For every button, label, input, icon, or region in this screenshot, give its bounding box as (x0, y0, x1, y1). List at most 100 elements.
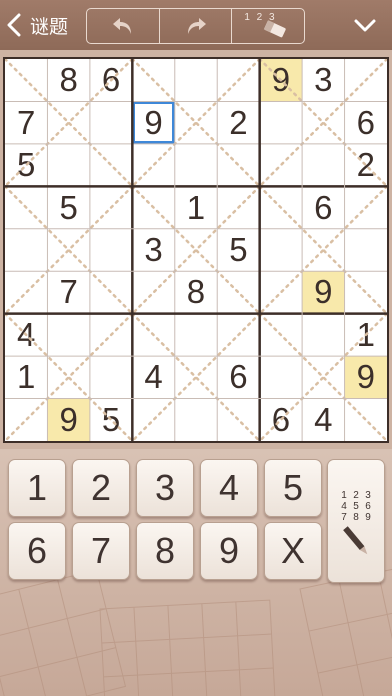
eraser-button[interactable]: 1 2 3 (232, 9, 304, 43)
note-digits: 123456789 (338, 490, 378, 523)
board-cell[interactable] (302, 144, 344, 186)
board-cell[interactable] (90, 144, 132, 186)
digit-key-9[interactable]: 9 (200, 522, 258, 580)
board-cell[interactable]: 5 (90, 399, 132, 441)
board-cell[interactable]: 3 (302, 59, 344, 101)
notes-pencil-button[interactable]: 123456789 (327, 459, 385, 583)
board-cell[interactable]: 9 (344, 356, 387, 399)
board-cell[interactable]: 8 (47, 59, 89, 101)
board-cell[interactable] (302, 229, 344, 271)
digit-key-2[interactable]: 2 (72, 459, 130, 517)
board-cell[interactable] (90, 186, 132, 228)
board-cell[interactable] (217, 271, 259, 313)
board-cell[interactable] (260, 229, 302, 271)
board-cell[interactable]: 5 (47, 186, 89, 228)
board-cell[interactable] (217, 186, 259, 228)
digit-key-5[interactable]: 5 (264, 459, 322, 517)
board-cell[interactable] (175, 144, 217, 186)
board-cell[interactable]: 1 (345, 314, 387, 356)
board-cell[interactable] (132, 144, 174, 186)
board-cell[interactable]: 6 (90, 59, 132, 101)
digit-key-6[interactable]: 6 (8, 522, 66, 580)
board-cell[interactable]: 2 (345, 144, 387, 186)
board-cell[interactable] (90, 229, 132, 271)
board-cell[interactable] (47, 314, 89, 356)
digit-key-1[interactable]: 1 (8, 459, 66, 517)
board-cell[interactable] (302, 101, 344, 143)
board-cell[interactable]: 4 (5, 314, 47, 356)
board-cell[interactable] (5, 271, 47, 313)
board-cell[interactable] (175, 229, 217, 271)
board-cell[interactable] (175, 314, 217, 356)
board-cell[interactable] (175, 399, 217, 441)
board-cell[interactable] (260, 356, 302, 398)
board-cell[interactable]: 6 (302, 186, 344, 228)
board-cell[interactable] (260, 186, 302, 228)
board-cell[interactable] (217, 59, 259, 101)
board-cell[interactable] (90, 356, 132, 398)
undo-icon (112, 18, 131, 34)
board-cell[interactable] (217, 399, 259, 441)
board-cell[interactable] (132, 399, 174, 441)
board-cell[interactable]: 9 (259, 59, 303, 102)
board-cell[interactable] (260, 144, 302, 186)
board-cell[interactable]: 6 (260, 399, 302, 441)
board-cell[interactable] (5, 229, 47, 271)
board-cell[interactable]: 4 (132, 356, 174, 398)
board-cell[interactable] (217, 314, 259, 356)
board-cell[interactable] (175, 59, 217, 101)
back-button[interactable]: 谜题 (6, 8, 76, 42)
board-cell[interactable] (345, 229, 387, 271)
chevron-down-icon[interactable] (352, 12, 378, 38)
sudoku-board: 8693792652516357894114699564 (3, 57, 389, 443)
board-cell[interactable] (345, 59, 387, 101)
board-cell[interactable]: 5 (217, 229, 259, 271)
board-cell[interactable]: 7 (47, 271, 89, 313)
digit-key-7[interactable]: 7 (72, 522, 130, 580)
board-cell[interactable] (47, 101, 89, 143)
board-cell[interactable]: 3 (132, 229, 174, 271)
board-cell[interactable]: 2 (217, 101, 259, 143)
board-cell[interactable] (90, 101, 132, 143)
board-cell[interactable] (175, 101, 217, 143)
board-cell[interactable] (345, 186, 387, 228)
board-cell[interactable]: 4 (302, 399, 344, 441)
board-cell[interactable]: 1 (175, 186, 217, 228)
board-cell[interactable] (47, 229, 89, 271)
board-cell[interactable] (132, 59, 174, 101)
board-cell[interactable] (90, 271, 132, 313)
board-cell[interactable]: 7 (5, 101, 47, 143)
board-cell[interactable]: 8 (175, 271, 217, 313)
board-cell[interactable]: 1 (5, 356, 47, 398)
board-cell[interactable] (302, 314, 344, 356)
selected-board-cell[interactable]: 9 (132, 101, 175, 144)
undo-button[interactable] (87, 9, 160, 43)
board-cell[interactable]: 6 (345, 101, 387, 143)
board-cell[interactable] (260, 271, 302, 313)
redo-button[interactable] (160, 9, 233, 43)
board-cell[interactable]: 6 (217, 356, 259, 398)
board-cell[interactable] (302, 356, 344, 398)
board-cell[interactable] (175, 356, 217, 398)
digit-key-3[interactable]: 3 (136, 459, 194, 517)
board-cell[interactable]: 9 (302, 271, 345, 314)
board-cell[interactable] (132, 186, 174, 228)
clear-cell-button[interactable]: X (264, 522, 322, 580)
board-cell[interactable] (90, 314, 132, 356)
board-cell[interactable] (260, 101, 302, 143)
board-cell[interactable] (260, 314, 302, 356)
board-cell[interactable] (47, 356, 89, 398)
board-cell[interactable] (47, 144, 89, 186)
board-cell[interactable] (132, 314, 174, 356)
board-cell[interactable] (217, 144, 259, 186)
board-cell[interactable] (5, 59, 47, 101)
board-cell[interactable] (5, 399, 47, 441)
board-cell[interactable] (132, 271, 174, 313)
digit-key-8[interactable]: 8 (136, 522, 194, 580)
board-cell[interactable]: 9 (47, 398, 90, 441)
digit-key-4[interactable]: 4 (200, 459, 258, 517)
board-cell[interactable]: 5 (5, 144, 47, 186)
board-cell[interactable] (5, 186, 47, 228)
board-cell[interactable] (345, 271, 387, 313)
board-cell[interactable] (345, 399, 387, 441)
